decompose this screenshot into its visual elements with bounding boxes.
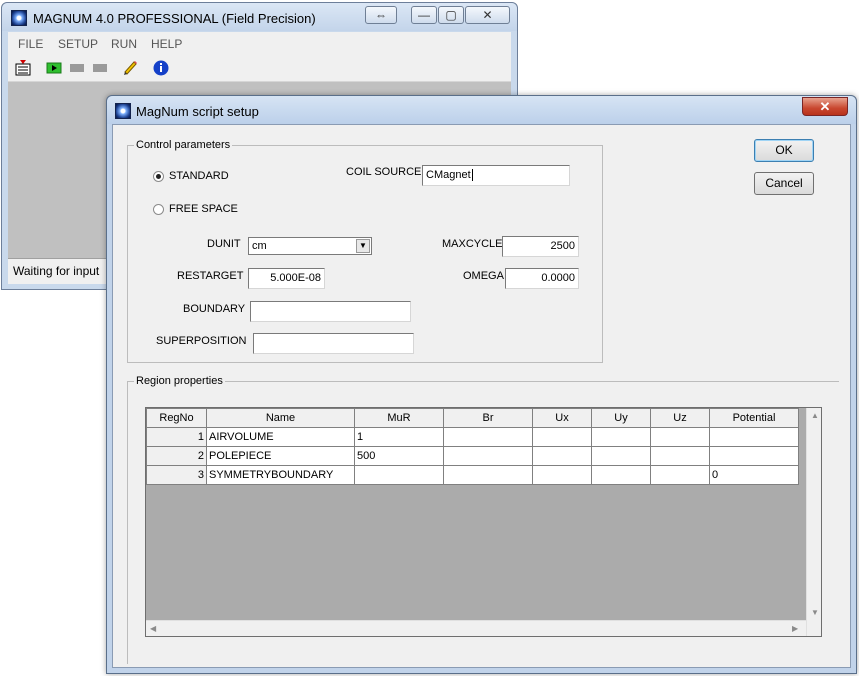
pause-icon[interactable] bbox=[92, 60, 108, 76]
info-icon[interactable] bbox=[153, 60, 169, 76]
scroll-left-icon[interactable]: ◀ bbox=[150, 624, 156, 633]
ux-cell[interactable] bbox=[532, 446, 592, 466]
uz-cell[interactable] bbox=[650, 427, 710, 447]
restarget-input[interactable]: 5.000E-08 bbox=[248, 268, 325, 289]
uz-cell[interactable] bbox=[650, 465, 710, 485]
dialog-title: MagNum script setup bbox=[136, 104, 259, 119]
standard-radio-label[interactable]: STANDARD bbox=[169, 170, 229, 182]
name-cell[interactable]: SYMMETRYBOUNDARY bbox=[206, 465, 355, 485]
table-row: 1 AIRVOLUME 1 bbox=[146, 427, 799, 447]
table-row: 3 SYMMETRYBOUNDARY 0 bbox=[146, 465, 799, 485]
mur-cell[interactable]: 1 bbox=[354, 427, 444, 447]
dunit-select[interactable]: cm ▼ bbox=[248, 237, 372, 255]
name-cell[interactable]: POLEPIECE bbox=[206, 446, 355, 466]
toolbar bbox=[8, 54, 511, 82]
coil-source-input[interactable]: CMagnet bbox=[422, 165, 570, 186]
mur-cell[interactable]: 500 bbox=[354, 446, 444, 466]
run-icon[interactable] bbox=[46, 60, 62, 76]
uy-cell[interactable] bbox=[591, 427, 651, 447]
magnum-app-icon bbox=[11, 10, 27, 26]
region-table: RegNo Name MuR Br Ux Uy Uz Potential 1 A… bbox=[146, 408, 799, 485]
main-close-button[interactable]: ✕ bbox=[465, 6, 510, 24]
open-script-icon[interactable] bbox=[15, 60, 31, 76]
table-header-row: RegNo Name MuR Br Ux Uy Uz Potential bbox=[146, 408, 799, 428]
script-setup-dialog: MagNum script setup ✕ Control parameters… bbox=[106, 95, 857, 674]
dunit-value: cm bbox=[252, 240, 267, 252]
menu-help[interactable]: HELP bbox=[151, 37, 182, 51]
br-cell[interactable] bbox=[443, 446, 533, 466]
br-cell[interactable] bbox=[443, 465, 533, 485]
column-header-ux[interactable]: Ux bbox=[532, 408, 592, 428]
menu-run[interactable]: RUN bbox=[111, 37, 137, 51]
main-window-title: MAGNUM 4.0 PROFESSIONAL (Field Precision… bbox=[33, 11, 316, 26]
ux-cell[interactable] bbox=[532, 465, 592, 485]
regno-cell[interactable]: 1 bbox=[146, 427, 207, 447]
superposition-label: SUPERPOSITION bbox=[156, 335, 247, 347]
table-row: 2 POLEPIECE 500 bbox=[146, 446, 799, 466]
minimize-button[interactable]: — bbox=[411, 6, 437, 24]
column-header-name[interactable]: Name bbox=[206, 408, 355, 428]
stop-icon[interactable] bbox=[69, 60, 85, 76]
superposition-input[interactable] bbox=[253, 333, 414, 354]
column-header-br[interactable]: Br bbox=[443, 408, 533, 428]
maxcycle-input[interactable]: 2500 bbox=[502, 236, 579, 257]
free-space-radio[interactable] bbox=[153, 204, 164, 215]
free-space-radio-label[interactable]: FREE SPACE bbox=[169, 203, 238, 215]
menu-bar: FILE SETUP RUN HELP bbox=[8, 32, 511, 54]
regno-cell[interactable]: 3 bbox=[146, 465, 207, 485]
maximize-button[interactable]: ▢ bbox=[438, 6, 464, 24]
boundary-label: BOUNDARY bbox=[183, 303, 246, 315]
dialog-title-bar[interactable]: MagNum script setup ✕ bbox=[107, 96, 856, 124]
column-header-uz[interactable]: Uz bbox=[650, 408, 710, 428]
potential-cell[interactable]: 0 bbox=[709, 465, 799, 485]
maxcycle-label: MAXCYCLE bbox=[442, 238, 503, 250]
region-grid[interactable]: RegNo Name MuR Br Ux Uy Uz Potential 1 A… bbox=[145, 407, 822, 637]
dialog-client: Control parameters STANDARD FREE SPACE C… bbox=[112, 124, 851, 668]
uz-cell[interactable] bbox=[650, 446, 710, 466]
dialog-app-icon bbox=[115, 103, 131, 119]
column-header-uy[interactable]: Uy bbox=[591, 408, 651, 428]
menu-setup[interactable]: SETUP bbox=[58, 37, 98, 51]
standard-radio[interactable] bbox=[153, 171, 164, 182]
dialog-close-button[interactable]: ✕ bbox=[802, 97, 848, 116]
menu-file[interactable]: FILE bbox=[18, 37, 43, 51]
main-title-bar[interactable]: MAGNUM 4.0 PROFESSIONAL (Field Precision… bbox=[2, 3, 517, 31]
ok-button[interactable]: OK bbox=[754, 139, 814, 162]
scroll-down-icon[interactable]: ▼ bbox=[811, 608, 819, 617]
horizontal-scrollbar[interactable]: ◀ ▶ bbox=[146, 620, 806, 636]
snap-button[interactable]: ⇔ bbox=[365, 6, 397, 24]
control-parameters-legend: Control parameters bbox=[136, 139, 231, 151]
boundary-input[interactable] bbox=[250, 301, 411, 322]
cancel-button[interactable]: Cancel bbox=[754, 172, 814, 195]
column-header-mur[interactable]: MuR bbox=[354, 408, 444, 428]
dunit-label: DUNIT bbox=[207, 238, 241, 250]
br-cell[interactable] bbox=[443, 427, 533, 447]
coil-source-label: COIL SOURCE bbox=[346, 166, 422, 178]
restarget-label: RESTARGET bbox=[177, 270, 244, 282]
omega-label: OMEGA bbox=[463, 270, 504, 282]
region-properties-legend: Region properties bbox=[136, 375, 223, 387]
vertical-scrollbar[interactable]: ▲ ▼ bbox=[806, 408, 821, 636]
column-header-potential[interactable]: Potential bbox=[709, 408, 799, 428]
name-cell[interactable]: AIRVOLUME bbox=[206, 427, 355, 447]
scroll-up-icon[interactable]: ▲ bbox=[811, 411, 819, 420]
status-text: Waiting for input bbox=[13, 264, 100, 278]
scroll-right-icon[interactable]: ▶ bbox=[792, 624, 798, 633]
chevron-down-icon[interactable]: ▼ bbox=[356, 239, 370, 253]
mur-cell[interactable] bbox=[354, 465, 444, 485]
potential-cell[interactable] bbox=[709, 427, 799, 447]
pencil-icon[interactable] bbox=[122, 60, 138, 76]
column-header-regno[interactable]: RegNo bbox=[146, 408, 207, 428]
ux-cell[interactable] bbox=[532, 427, 592, 447]
coil-source-value: CMagnet bbox=[426, 169, 471, 181]
regno-cell[interactable]: 2 bbox=[146, 446, 207, 466]
omega-input[interactable]: 0.0000 bbox=[505, 268, 579, 289]
potential-cell[interactable] bbox=[709, 446, 799, 466]
uy-cell[interactable] bbox=[591, 465, 651, 485]
uy-cell[interactable] bbox=[591, 446, 651, 466]
